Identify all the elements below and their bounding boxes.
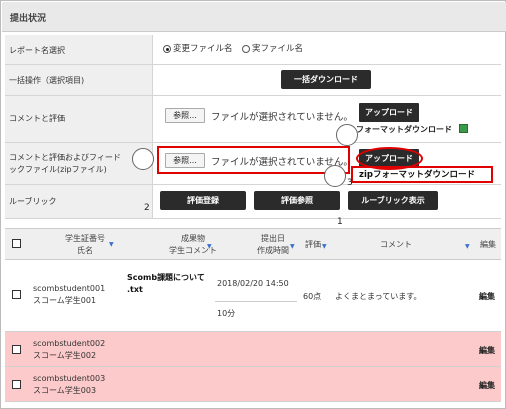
select-all-checkbox[interactable] [12, 239, 21, 248]
highlight-zip-format-download [351, 166, 493, 183]
comment-label: コメントと評価 [9, 114, 65, 123]
bulk-operation-label: 一括操作（選択項目) [9, 76, 85, 85]
callout-circle-2 [132, 148, 154, 170]
student-id: scombstudent003 [33, 374, 106, 383]
zip-label-line1: コメントと評価およびフィード [9, 153, 121, 162]
student-id: scombstudent002 [33, 339, 106, 348]
rubric-view-button[interactable]: 評価参照 [254, 191, 340, 210]
submitted-file-link[interactable]: Scomb課題について [127, 272, 205, 283]
row-checkbox[interactable] [12, 345, 21, 354]
callout-circle-3 [324, 165, 346, 187]
comment-value: よくまとまっています。 [335, 292, 422, 301]
score-value: 60点 [303, 292, 322, 301]
zip-label-cell: コメントと評価およびフィード ックファイル(zipファイル) [5, 143, 153, 184]
zip-label-line2: ックファイル(zipファイル) [9, 165, 107, 174]
sort-arrow-icon[interactable]: ▼ [465, 243, 470, 250]
table-header: 学生証番号 氏名 ▼ 成果物 学生コメント ▼ 提出日 作成時間 ▼ 評価 ▼ … [5, 228, 501, 260]
annotation-number-1: 1 [337, 217, 343, 227]
sort-arrow-icon[interactable]: ▼ [207, 243, 212, 250]
radio-actual-filename[interactable] [242, 45, 250, 53]
callout-circle-1 [336, 124, 358, 146]
edit-link[interactable]: 編集 [479, 291, 495, 302]
cell-divider [215, 301, 297, 302]
comment-upload-row: コメントと評価 参照... ファイルが選択されていません。 アップロード フォー… [5, 96, 501, 143]
header-student-comment: 学生コメント [169, 246, 217, 255]
rubric-display-button[interactable]: ルーブリック表示 [348, 191, 438, 210]
sort-arrow-icon[interactable]: ▼ [109, 241, 114, 248]
radio-changed-filename-label: 変更ファイル名 [173, 44, 233, 54]
bulk-download-button[interactable]: 一括ダウンロード [281, 70, 371, 89]
student-name: スコーム学生003 [33, 386, 97, 395]
edit-link[interactable]: 編集 [479, 345, 495, 356]
submitted-file-ext[interactable]: .txt [127, 284, 143, 295]
student-name: スコーム学生002 [33, 351, 97, 360]
header-deliverable: 成果物 [181, 234, 205, 243]
table-row: scombstudent003 スコーム学生003 編集 [5, 367, 501, 402]
rubric-label: ルーブリック [9, 197, 57, 206]
table-row: scombstudent001 スコーム学生001 Scomb課題について .t… [5, 260, 501, 332]
rubric-row: ルーブリック 評価登録 評価参照 ルーブリック表示 [5, 185, 501, 219]
format-download-link[interactable]: フォーマットダウンロード [356, 124, 452, 135]
submit-date: 2018/02/20 14:50 [217, 279, 289, 288]
table-row: scombstudent002 スコーム学生002 編集 [5, 332, 501, 367]
spreadsheet-icon [459, 124, 468, 133]
comment-file-status: ファイルが選択されていません。 [211, 112, 353, 123]
page-title: 提出状況 [10, 14, 47, 24]
bulk-operation-label-cell: 一括操作（選択項目) [5, 65, 153, 95]
panel-header: 提出状況 [2, 2, 506, 32]
report-name-label: レポート名選択 [9, 46, 65, 55]
header-edit: 編集 [480, 240, 496, 249]
student-name: スコーム学生001 [33, 296, 97, 305]
highlight-zip-file-input [157, 146, 350, 174]
student-id: scombstudent001 [33, 284, 106, 293]
sort-arrow-icon[interactable]: ▼ [290, 243, 295, 250]
creation-time: 10分 [217, 309, 236, 318]
comment-label-cell: コメントと評価 [5, 96, 153, 142]
bulk-operation-row: 一括操作（選択項目) 一括ダウンロード [5, 65, 501, 96]
report-name-row: レポート名選択 変更ファイル名 実ファイル名 [5, 35, 501, 65]
rubric-label-cell: ルーブリック [5, 185, 153, 218]
report-name-label-cell: レポート名選択 [5, 35, 153, 64]
edit-link[interactable]: 編集 [479, 380, 495, 391]
sort-arrow-icon[interactable]: ▼ [322, 243, 327, 250]
rubric-register-button[interactable]: 評価登録 [160, 191, 246, 210]
comment-upload-button[interactable]: アップロード [359, 103, 419, 122]
comment-browse-button[interactable]: 参照... [165, 108, 205, 123]
header-comment: コメント [380, 240, 412, 249]
submission-status-panel: 提出状況 レポート名選択 変更ファイル名 実ファイル名 一括操作（選択項目) 一… [0, 0, 506, 409]
radio-actual-filename-label: 実ファイル名 [252, 44, 304, 54]
row-checkbox[interactable] [12, 290, 21, 299]
row-checkbox[interactable] [12, 380, 21, 389]
annotation-number-3: 3 [347, 178, 353, 188]
radio-changed-filename[interactable] [163, 45, 171, 53]
annotation-number-2: 2 [144, 203, 150, 213]
